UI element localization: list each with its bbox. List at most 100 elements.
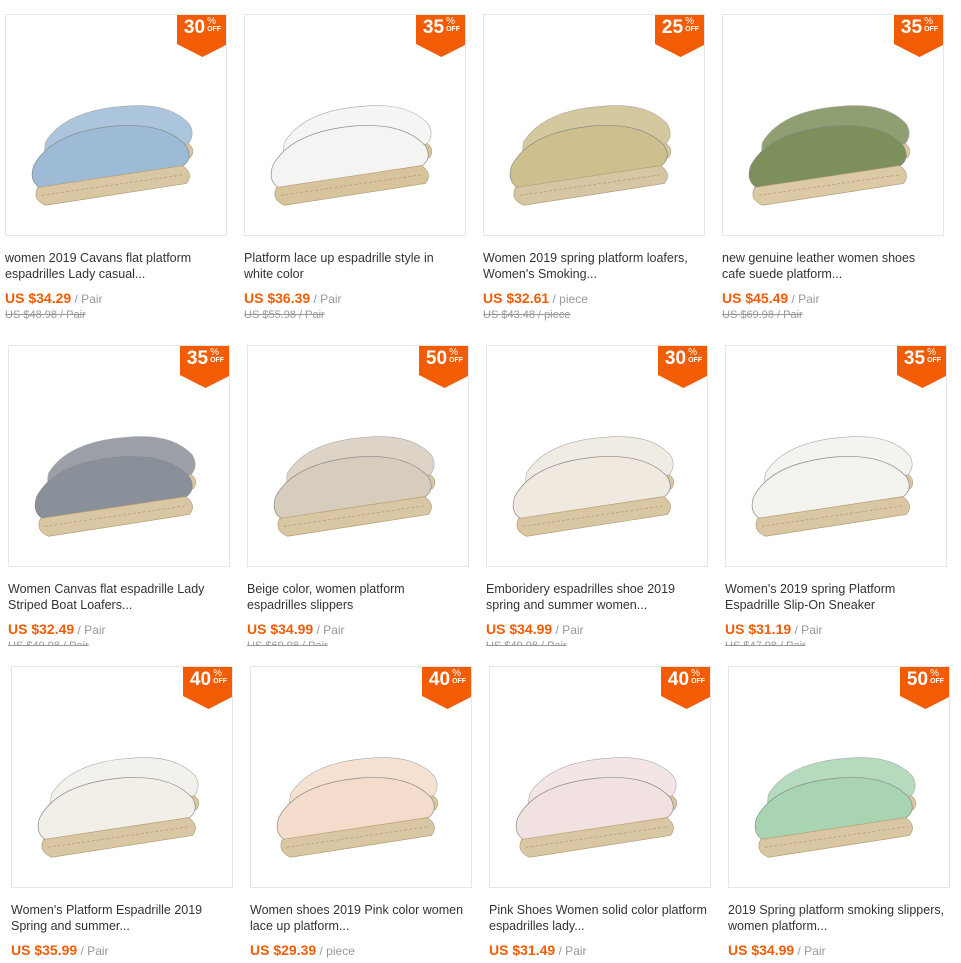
product-price: US $32.61 <box>483 290 550 306</box>
product-title[interactable]: Women shoes 2019 Pink color women lace u… <box>250 902 472 934</box>
discount-value: 25 <box>661 17 684 38</box>
original-price: US $69.98 / Pair <box>247 640 328 646</box>
product-card[interactable]: 25 % OFF Women 2019 spring platform loaf… <box>483 14 705 322</box>
discount-value: 40 <box>189 669 212 690</box>
product-price: US $34.99 <box>728 942 795 958</box>
product-image[interactable]: 40 % OFF <box>250 666 472 888</box>
product-image[interactable]: 40 % OFF <box>489 666 711 888</box>
product-price: US $35.99 <box>11 942 78 958</box>
discount-label: % OFF <box>446 16 461 34</box>
discount-label: % OFF <box>688 347 703 365</box>
product-price: US $45.49 <box>722 290 789 306</box>
price-line: US $31.19 / Pair <box>725 621 947 637</box>
price-unit: / piece <box>552 292 588 306</box>
product-price: US $31.49 <box>489 942 556 958</box>
price-unit: / Pair <box>558 944 587 958</box>
product-card[interactable]: 35 % OFF Platform lace up espadrille sty… <box>244 14 466 322</box>
product-card[interactable]: 35 % OFF Women's 2019 spring Platform Es… <box>725 345 947 646</box>
product-image[interactable]: 50 % OFF <box>247 345 469 567</box>
product-title[interactable]: new genuine leather women shoes cafe sue… <box>722 250 944 282</box>
product-card[interactable]: 40 % OFF Women shoes 2019 Pink color wom… <box>250 666 472 963</box>
product-image[interactable]: 35 % OFF <box>8 345 230 567</box>
product-title[interactable]: women 2019 Cavans flat platform espadril… <box>5 250 227 282</box>
product-title[interactable]: 2019 Spring platform smoking slippers, w… <box>728 902 950 934</box>
product-card[interactable]: 40 % OFF Women's Platform Espadrille 201… <box>11 666 233 963</box>
product-card[interactable]: 50 % OFF Beige color, women platform esp… <box>247 345 469 646</box>
product-card[interactable]: 30 % OFF Emboridery espadrilles shoe 201… <box>486 345 708 646</box>
product-title[interactable]: Platform lace up espadrille style in whi… <box>244 250 466 282</box>
price-unit: / Pair <box>313 292 342 306</box>
price-line: US $31.49 / Pair <box>489 942 711 958</box>
product-image[interactable]: 25 % OFF <box>483 14 705 236</box>
product-price: US $34.99 <box>486 621 553 637</box>
product-title[interactable]: Pink Shoes Women solid color platform es… <box>489 902 711 934</box>
discount-value: 40 <box>667 669 690 690</box>
price-unit: / Pair <box>74 292 103 306</box>
original-price: US $55.98 / Pair <box>244 309 325 321</box>
price-line: US $29.39 / piece <box>250 942 472 958</box>
price-line: US $34.99 / Pair <box>486 621 708 637</box>
product-grid: 30 % OFF women 2019 Cavans flat platform… <box>0 0 961 963</box>
price-line: US $36.39 / Pair <box>244 290 466 306</box>
discount-label: % OFF <box>691 668 706 686</box>
price-line: US $34.29 / Pair <box>5 290 227 306</box>
price-line: US $45.49 / Pair <box>722 290 944 306</box>
price-unit: / Pair <box>316 623 345 637</box>
discount-label: % OFF <box>924 16 939 34</box>
discount-value: 40 <box>428 669 451 690</box>
price-unit: / Pair <box>77 623 106 637</box>
product-card[interactable]: 35 % OFF new genuine leather women shoes… <box>722 14 944 322</box>
discount-label: % OFF <box>452 668 467 686</box>
original-price: US $69.98 / Pair <box>722 309 803 321</box>
original-price: US $47.98 / Pair <box>725 640 806 646</box>
discount-label: % OFF <box>210 347 225 365</box>
price-unit: / piece <box>319 944 355 958</box>
discount-label: % OFF <box>449 347 464 365</box>
price-unit: / Pair <box>797 944 826 958</box>
product-image[interactable]: 35 % OFF <box>722 14 944 236</box>
discount-label: % OFF <box>930 668 945 686</box>
product-title[interactable]: Emboridery espadrilles shoe 2019 spring … <box>486 581 708 613</box>
discount-value: 35 <box>186 348 209 369</box>
discount-value: 35 <box>900 17 923 38</box>
price-unit: / Pair <box>555 623 584 637</box>
product-price: US $34.29 <box>5 290 72 306</box>
price-line: US $32.49 / Pair <box>8 621 230 637</box>
original-price: US $48.98 / Pair <box>5 309 86 321</box>
discount-value: 35 <box>422 17 445 38</box>
product-price: US $32.49 <box>8 621 75 637</box>
product-card[interactable]: 40 % OFF Pink Shoes Women solid color pl… <box>489 666 711 963</box>
discount-value: 50 <box>906 669 929 690</box>
product-price: US $34.99 <box>247 621 314 637</box>
product-image[interactable]: 50 % OFF <box>728 666 950 888</box>
original-price: US $43.48 / piece <box>483 309 571 321</box>
product-title[interactable]: Women Canvas flat espadrille Lady Stripe… <box>8 581 230 613</box>
price-line: US $32.61 / piece <box>483 290 705 306</box>
price-unit: / Pair <box>791 292 820 306</box>
product-image[interactable]: 40 % OFF <box>11 666 233 888</box>
product-title[interactable]: Women 2019 spring platform loafers, Wome… <box>483 250 705 282</box>
product-title[interactable]: Beige color, women platform espadrilles … <box>247 581 469 613</box>
product-price: US $36.39 <box>244 290 311 306</box>
original-price: US $49.98 / Pair <box>486 640 567 646</box>
product-card[interactable]: 30 % OFF women 2019 Cavans flat platform… <box>5 14 227 322</box>
original-price: US $49.98 / Pair <box>8 640 89 646</box>
discount-value: 30 <box>183 17 206 38</box>
product-card[interactable]: 35 % OFF Women Canvas flat espadrille La… <box>8 345 230 646</box>
price-unit: / Pair <box>80 944 109 958</box>
product-image[interactable]: 35 % OFF <box>244 14 466 236</box>
product-title[interactable]: Women's 2019 spring Platform Espadrille … <box>725 581 947 613</box>
discount-label: % OFF <box>927 347 942 365</box>
product-card[interactable]: 50 % OFF 2019 Spring platform smoking sl… <box>728 666 950 963</box>
price-line: US $34.99 / Pair <box>247 621 469 637</box>
discount-value: 30 <box>664 348 687 369</box>
product-title[interactable]: Women's Platform Espadrille 2019 Spring … <box>11 902 233 934</box>
product-price: US $31.19 <box>725 621 792 637</box>
product-image[interactable]: 30 % OFF <box>486 345 708 567</box>
product-image[interactable]: 30 % OFF <box>5 14 227 236</box>
product-image[interactable]: 35 % OFF <box>725 345 947 567</box>
discount-label: % OFF <box>213 668 228 686</box>
discount-value: 35 <box>903 348 926 369</box>
price-unit: / Pair <box>794 623 823 637</box>
price-line: US $34.99 / Pair <box>728 942 950 958</box>
